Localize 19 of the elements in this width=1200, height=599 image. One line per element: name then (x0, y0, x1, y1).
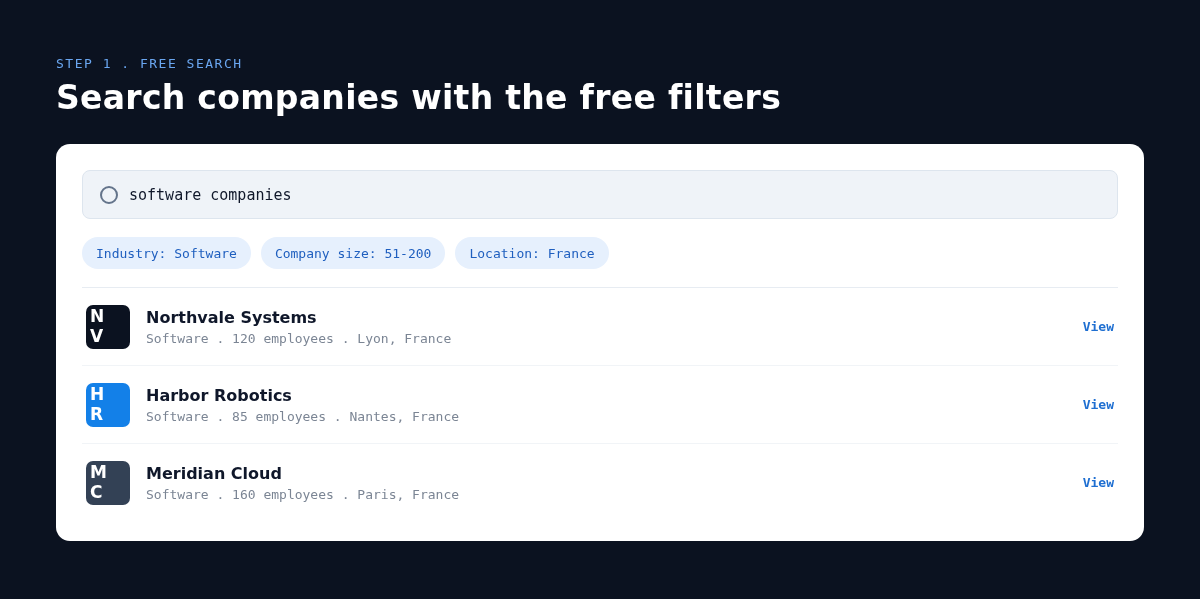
view-link[interactable]: View (1082, 397, 1114, 412)
company-details: Software . 85 employees . Nantes, France (146, 408, 461, 424)
step-label: STEP 1 . FREE SEARCH (56, 56, 244, 72)
company-logo: NV (86, 304, 130, 349)
search-field[interactable]: software companies (82, 170, 1118, 219)
company-details: Software . 160 employees . Paris, France (146, 486, 461, 502)
view-link[interactable]: View (1082, 475, 1114, 490)
company-name: Harbor Robotics (146, 385, 293, 405)
company-logo: MC (86, 460, 130, 505)
filter-chip[interactable]: Location: France (455, 237, 609, 269)
company-name: Meridian Cloud (146, 463, 283, 483)
circle-icon (99, 184, 119, 205)
filter-chip[interactable]: Company size: 51-200 (260, 237, 446, 269)
company-details: Software . 120 employees . Lyon, France (146, 330, 453, 346)
filter-chip[interactable]: Industry: Software (82, 237, 251, 269)
view-link[interactable]: View (1082, 319, 1114, 334)
company-logo: HR (86, 382, 130, 427)
page-title: Search companies with the free filters (56, 78, 783, 118)
company-name: Northvale Systems (146, 307, 318, 327)
